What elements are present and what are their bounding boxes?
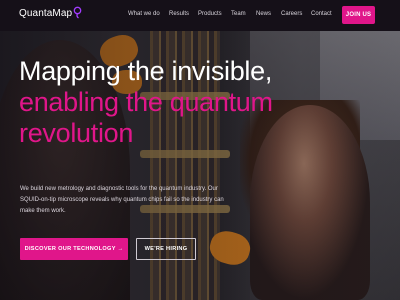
nav-link-results[interactable]: Results bbox=[169, 11, 189, 17]
hero-headline: Mapping the invisible, enabling the quan… bbox=[19, 56, 273, 149]
navbar: QuantaMap What we do Results Products Te… bbox=[0, 0, 400, 31]
discover-technology-button[interactable]: DISCOVER OUR TECHNOLOGY → bbox=[20, 238, 128, 260]
nav-link-what-we-do[interactable]: What we do bbox=[128, 11, 160, 17]
nav-links: What we do Results Products Team News Ca… bbox=[0, 11, 400, 21]
nav-link-team[interactable]: Team bbox=[231, 11, 246, 17]
headline-line-2: enabling the quantum bbox=[19, 87, 273, 117]
nav-link-news[interactable]: News bbox=[256, 11, 271, 17]
nav-link-careers[interactable]: Careers bbox=[281, 11, 302, 17]
hero-subtext: We build new metrology and diagnostic to… bbox=[20, 186, 224, 214]
headline-line-1: Mapping the invisible, bbox=[19, 56, 273, 86]
nav-link-contact[interactable]: Contact bbox=[311, 11, 332, 17]
nav-link-products[interactable]: Products bbox=[198, 11, 222, 17]
join-us-button[interactable]: JOIN US bbox=[342, 6, 375, 24]
were-hiring-button[interactable]: WE'RE HIRING bbox=[136, 238, 196, 260]
headline-line-3: revolution bbox=[19, 118, 134, 148]
